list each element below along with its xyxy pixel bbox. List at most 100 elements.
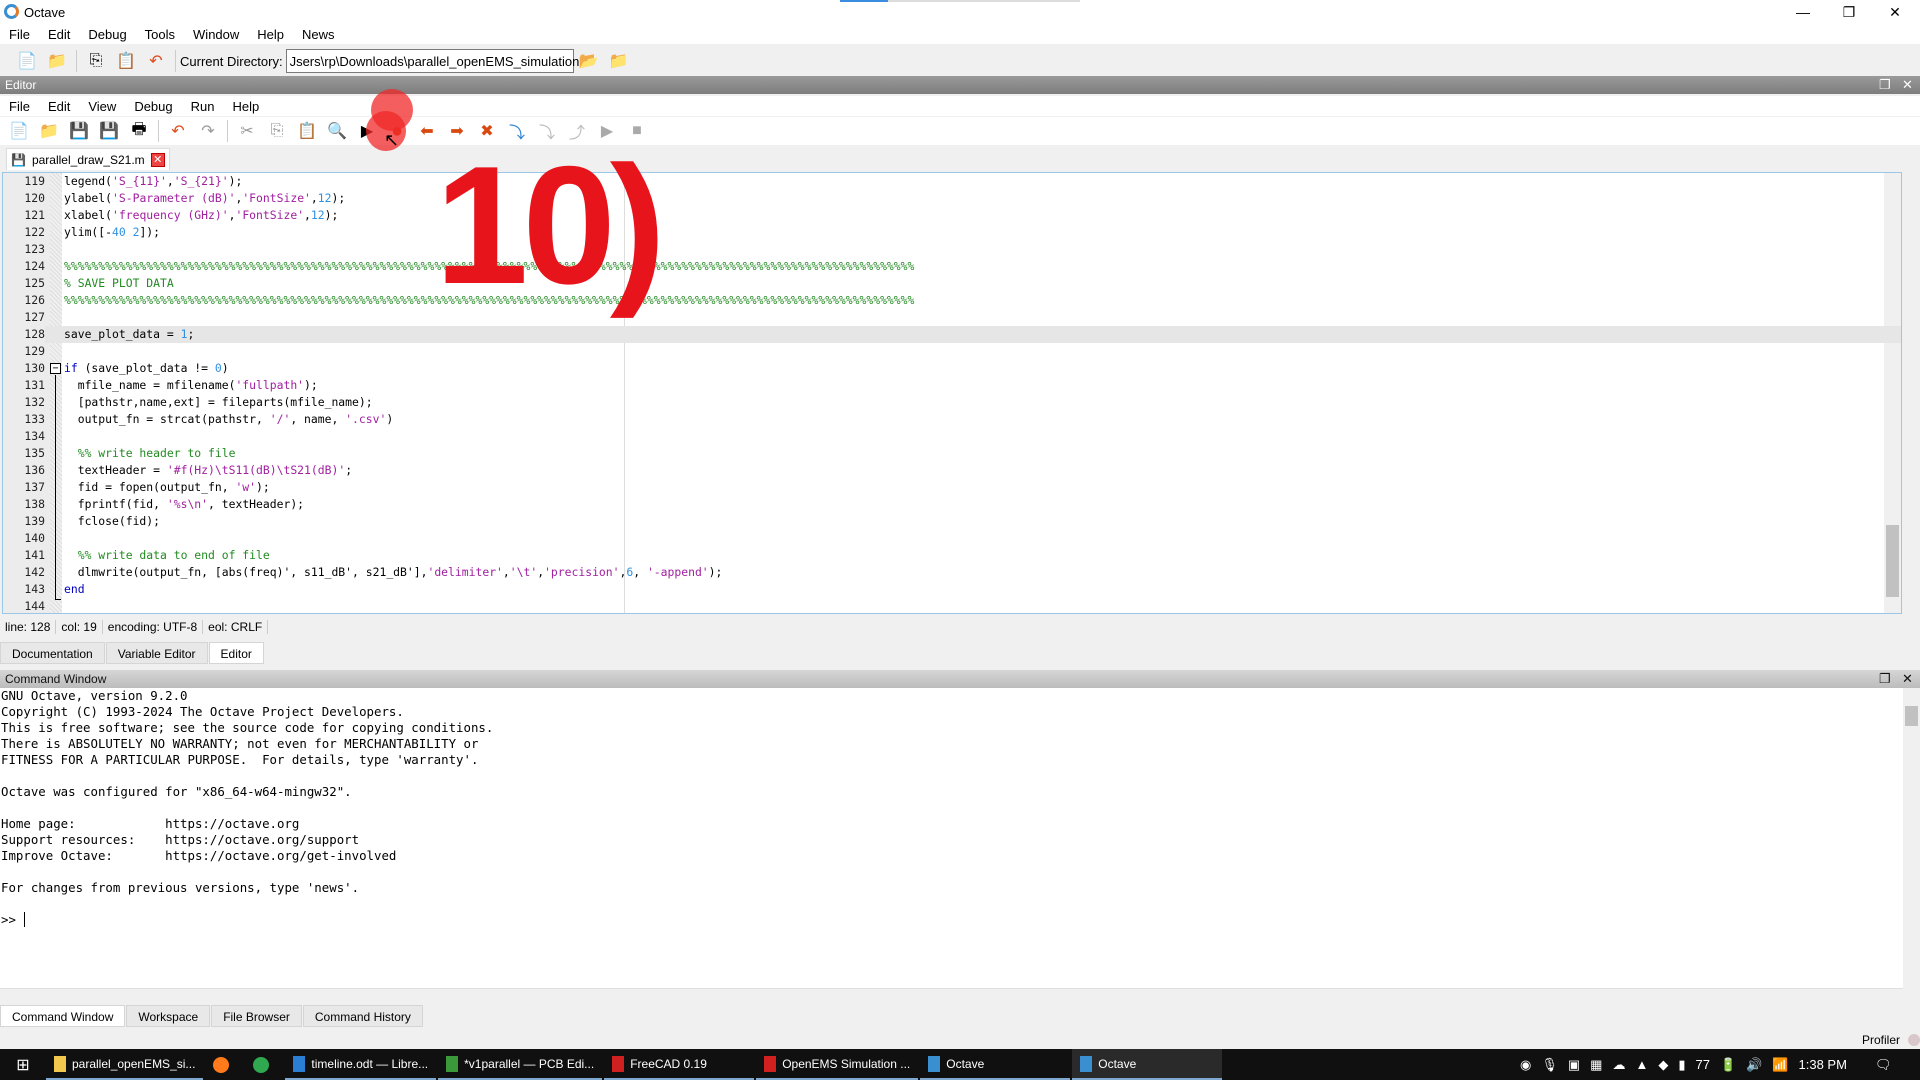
tab-workspace[interactable]: Workspace [126,1005,211,1027]
menu-edit[interactable]: Edit [39,27,79,42]
taskbar-item-label: Octave [946,1056,985,1071]
tab-file-browser[interactable]: File Browser [211,1005,302,1027]
tray-app-icon[interactable]: ▣ [1568,1057,1580,1073]
code-token: 'frequency (GHz)' [112,208,229,222]
command-output-line: This is free software; see the source co… [1,720,494,735]
google-drive-icon[interactable]: ▲ [1635,1057,1648,1072]
taskbar-item[interactable]: Octave [920,1049,1071,1080]
minimize-button[interactable]: — [1780,0,1826,24]
tab-command-history[interactable]: Command History [302,1005,423,1027]
browse-directory-icon[interactable]: 📁 [608,50,630,72]
code-line: 122 ylim([-40 2]); [3,224,1901,241]
wifi-icon[interactable]: 📶 [1772,1057,1788,1073]
paste-icon[interactable]: 📋 [296,120,318,142]
new-file-icon[interactable]: 📄 [8,120,30,142]
redo-icon[interactable]: ↷ [197,120,219,142]
cloud-icon[interactable]: ☁ [1612,1057,1625,1073]
editor-menu-view[interactable]: View [79,99,125,114]
taskbar-item[interactable]: parallel_openEMS_si... [46,1049,204,1080]
close-tab-icon[interactable]: ✕ [150,152,165,167]
open-file-icon[interactable]: 📁 [38,120,60,142]
command-window-output[interactable]: GNU Octave, version 9.2.0 Copyright (C) 1… [0,688,1920,988]
battery-icon[interactable]: 🔋 [1720,1057,1736,1073]
code-token: '/' [269,412,291,426]
line-number: 140 [3,530,45,547]
current-directory-select[interactable]: Jsers\rp\Downloads\parallel_openEMS_simu… [285,49,588,73]
editor-menu-file[interactable]: File [0,99,39,114]
cut-icon[interactable]: ✂ [236,120,258,142]
clock[interactable]: 1:38 PM [1799,1057,1847,1072]
editor-tab-file[interactable]: 💾 parallel_draw_S21.m ✕ [6,148,170,170]
copy-icon[interactable]: ⎘ [85,50,107,72]
tray-app-icon[interactable]: ▮ [1678,1057,1685,1073]
command-horizontal-scrollbar[interactable] [0,988,1903,1005]
menu-news[interactable]: News [293,27,344,42]
code-token: '#f(Hz)\tS11(dB)\tS21(dB)' [166,463,346,477]
taskbar-item[interactable]: timeline.odt — Libre... [285,1049,437,1080]
obs-icon[interactable]: ◉ [1520,1057,1531,1073]
taskbar-item[interactable]: *v1parallel — PCB Edi... [438,1049,603,1080]
code-token: , [502,565,510,579]
menu-help[interactable]: Help [248,27,293,42]
editor-menu-help[interactable]: Help [223,99,268,114]
menu-window[interactable]: Window [184,27,248,42]
code-line: 120 ylabel('S-Parameter (dB)','FontSize',… [3,190,1901,207]
new-script-icon[interactable]: 📄 [16,50,38,72]
undock-icon[interactable]: ❐ [1879,77,1891,93]
code-line: 121 xlabel('frequency (GHz)','FontSize',1… [3,207,1901,224]
command-window-title: Command Window [5,672,107,686]
tab-documentation[interactable]: Documentation [0,642,105,664]
undock-icon[interactable]: ❐ [1879,671,1891,687]
print-icon[interactable]: 🖶 [128,120,150,142]
taskbar-item[interactable]: Octave [1072,1049,1223,1080]
microphone-icon[interactable]: 🎙 [1541,1057,1558,1073]
paste-icon[interactable]: 📋 [115,50,137,72]
taskbar-item[interactable] [205,1049,243,1080]
line-number: 123 [3,241,45,258]
windows-start-icon[interactable]: ⊞ [0,1055,46,1075]
code-token: ); [331,191,346,205]
save-icon[interactable]: 💾 [68,120,90,142]
tab-command-window[interactable]: Command Window [0,1005,126,1027]
save-as-icon[interactable]: 💾 [98,120,120,142]
find-replace-icon[interactable]: 🔍 [326,120,348,142]
taskbar-item[interactable]: FreeCAD 0.19 [604,1049,755,1080]
line-number: 122 [3,224,45,241]
code-token: %% write data to end of file [64,548,270,562]
tab-editor[interactable]: Editor [208,642,264,664]
command-output-line: >> [1,912,24,927]
undo-icon[interactable]: ↶ [167,120,189,142]
close-panel-icon[interactable]: ✕ [1902,671,1913,687]
menu-debug[interactable]: Debug [79,27,135,42]
volume-icon[interactable]: 🔊 [1746,1057,1762,1073]
code-token: , [310,191,318,205]
tab-variable-editor[interactable]: Variable Editor [105,642,208,664]
menu-tools[interactable]: Tools [136,27,184,42]
close-button[interactable]: ✕ [1872,0,1918,24]
code-token: 'S-Parameter (dB)' [112,191,236,205]
encoding-label: encoding: [107,620,160,634]
diamond-icon[interactable]: ◆ [1658,1057,1668,1073]
editor-menu-run[interactable]: Run [182,99,224,114]
close-panel-icon[interactable]: ✕ [1902,77,1913,93]
restore-button[interactable]: ❐ [1826,0,1872,24]
line-number: 142 [3,564,45,581]
tray-app-icon[interactable]: ▦ [1590,1057,1602,1073]
fold-toggle-icon[interactable]: − [50,363,61,374]
code-editor[interactable]: 119 legend('S_{11}','S_{21}'); 120 ylabel('… [2,172,1902,614]
taskbar-item[interactable]: OpenEMS Simulation ... [756,1049,919,1080]
code-text: [pathstr,name,ext] = fileparts(mfile_nam… [64,394,373,411]
editor-menu-edit[interactable]: Edit [39,99,79,114]
menu-file[interactable]: File [0,27,39,42]
undo-icon[interactable]: ↶ [145,50,167,72]
notifications-icon[interactable]: 🗨 [1875,1057,1892,1073]
profiler-label[interactable]: Profiler [1862,1033,1900,1047]
copy-icon[interactable]: ⎘ [266,120,288,142]
taskbar-item[interactable] [245,1049,283,1080]
open-folder-icon[interactable]: 📁 [46,50,68,72]
parent-directory-icon[interactable]: 📂 [578,50,600,72]
editor-menu-debug[interactable]: Debug [125,99,181,114]
code-token: ) [386,412,394,426]
command-vertical-scrollbar[interactable] [1903,688,1920,988]
line-number: 137 [3,479,45,496]
